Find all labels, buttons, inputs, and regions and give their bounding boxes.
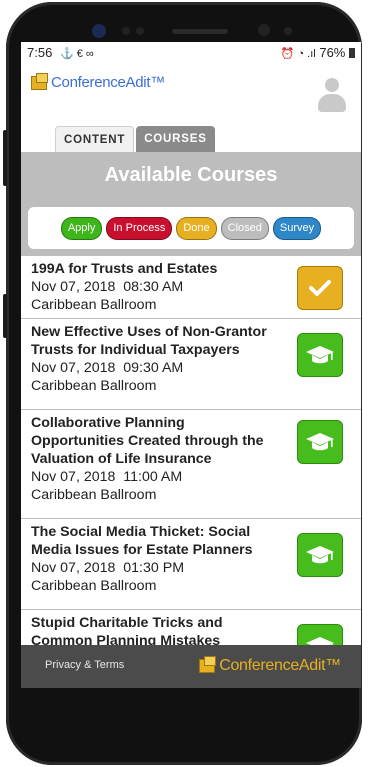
- course-list: 199A for Trusts and Estates Nov 07, 2018…: [21, 256, 361, 688]
- system-icons: ⏰ ◔ .ıl: [280, 48, 316, 60]
- course-location: Caribbean Ballroom: [31, 487, 157, 503]
- sensor-icon: [136, 27, 144, 35]
- proximity-sensor-icon: [284, 27, 292, 35]
- course-item[interactable]: The Social Media Thicket: Social Media I…: [21, 519, 361, 610]
- screen: 7:56 ⚓ € ∞ ⏰ ◔ .ıl 76% ConferenceAdit™ C…: [21, 42, 361, 688]
- iris-scanner-icon: [258, 24, 270, 36]
- legend-done: Done: [176, 216, 217, 240]
- app-logo[interactable]: ConferenceAdit™: [31, 72, 165, 91]
- legend-apply: Apply: [60, 216, 103, 240]
- graduation-cap-icon[interactable]: [297, 533, 343, 577]
- volume-button: [3, 130, 7, 186]
- legend-in-process: In Process: [106, 216, 173, 240]
- course-location: Caribbean Ballroom: [31, 378, 157, 394]
- status-bar: 7:56 ⚓ € ∞ ⏰ ◔ .ıl 76%: [21, 42, 361, 64]
- app-footer: Privacy & Terms ConferenceAdit™: [21, 645, 361, 688]
- course-title: 199A for Trusts and Estates: [31, 261, 218, 277]
- course-item[interactable]: Collaborative Planning Opportunities Cre…: [21, 410, 361, 519]
- course-location: Caribbean Ballroom: [31, 578, 157, 594]
- graduation-cap-icon[interactable]: [297, 420, 343, 464]
- graduation-cap-icon[interactable]: [297, 333, 343, 377]
- battery-icon: [349, 48, 355, 58]
- footer-logo: ConferenceAdit™: [199, 656, 341, 675]
- clock: 7:56: [27, 45, 53, 60]
- course-title: Collaborative Planning Opportunities Cre…: [31, 415, 264, 467]
- speaker-grille: [172, 29, 228, 34]
- legend-survey: Survey: [272, 216, 322, 240]
- privacy-terms-link[interactable]: Privacy & Terms: [45, 659, 124, 671]
- course-datetime: Nov 07, 2018 11:00 AM: [31, 469, 183, 485]
- sensor-icon: [122, 27, 130, 35]
- notification-icons: ⚓ € ∞: [59, 48, 94, 60]
- course-item[interactable]: 199A for Trusts and Estates Nov 07, 2018…: [21, 256, 361, 319]
- logo-icon: [31, 72, 48, 90]
- front-camera-icon: [92, 24, 106, 38]
- courses-banner: Available Courses Apply In Process Done …: [21, 152, 361, 256]
- tab-courses[interactable]: COURSES: [136, 126, 215, 152]
- checkmark-icon[interactable]: [297, 266, 343, 310]
- course-item[interactable]: New Effective Uses of Non-Grantor Trusts…: [21, 319, 361, 410]
- user-avatar-icon[interactable]: [318, 78, 346, 112]
- status-left: 7:56 ⚓ € ∞: [27, 45, 94, 60]
- banner-title: Available Courses: [104, 164, 278, 186]
- course-title: New Effective Uses of Non-Grantor Trusts…: [31, 324, 267, 358]
- bixby-button: [3, 294, 7, 338]
- course-title: The Social Media Thicket: Social Media I…: [31, 524, 253, 558]
- status-right: ⏰ ◔ .ıl 76%: [281, 45, 355, 60]
- tab-content[interactable]: CONTENT: [55, 126, 135, 153]
- footer-logo-text: ConferenceAdit™: [219, 657, 341, 674]
- battery-level: 76%: [319, 45, 346, 60]
- tab-bar: CONTENT COURSES: [55, 126, 215, 153]
- status-legend: Apply In Process Done Closed Survey: [28, 207, 354, 249]
- legend-closed: Closed: [220, 216, 269, 240]
- logo-text: ConferenceAdit™: [51, 74, 165, 91]
- logo-icon: [199, 656, 217, 673]
